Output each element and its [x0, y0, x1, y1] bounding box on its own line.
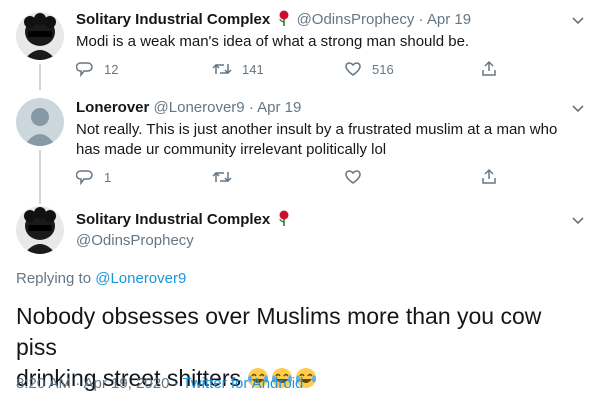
thread-connector — [39, 64, 41, 90]
reply-count: 12 — [104, 61, 119, 77]
like-count: 516 — [372, 61, 394, 77]
tweet-time[interactable]: Apr 19 — [427, 11, 471, 28]
retweet-button[interactable]: 141 — [212, 60, 264, 78]
display-name[interactable]: Solitary Industrial Complex — [76, 11, 270, 28]
separator: · — [248, 99, 254, 116]
tweet-actions: 1 — [76, 168, 516, 188]
chevron-down-icon[interactable] — [570, 12, 586, 28]
heart-icon — [345, 170, 361, 184]
replying-prefix: Replying to — [16, 270, 96, 287]
like-button[interactable]: 516 — [344, 60, 394, 78]
tweet-text-line: Not really. This is just another insult … — [76, 121, 558, 138]
avatar[interactable] — [16, 206, 64, 254]
retweet-icon — [212, 171, 232, 183]
handle[interactable]: @OdinsProphecy — [297, 11, 415, 28]
heart-icon — [345, 62, 361, 76]
display-name[interactable]: Lonerover — [76, 99, 149, 116]
reply-button[interactable]: 1 — [76, 168, 111, 186]
tweet-header: Solitary Industrial Complex @OdinsProphe… — [76, 10, 471, 32]
retweet-icon — [212, 63, 232, 75]
share-button[interactable] — [480, 168, 508, 186]
share-icon — [482, 168, 496, 184]
tweet-header: Lonerover @Lonerover9 · Apr 19 — [76, 98, 301, 118]
handle[interactable]: @Lonerover9 — [154, 99, 245, 116]
chevron-down-icon[interactable] — [570, 100, 586, 116]
reply-icon — [76, 170, 93, 186]
chevron-down-icon[interactable] — [570, 212, 586, 228]
thread-connector — [39, 150, 41, 204]
share-button[interactable] — [480, 60, 508, 78]
source-link[interactable]: Twitter for Android — [183, 375, 304, 392]
reply-button[interactable]: 12 — [76, 60, 118, 78]
like-button[interactable] — [344, 168, 372, 186]
reply-count: 1 — [104, 169, 112, 185]
tweet-text: Not really. This is just another insult … — [76, 120, 586, 160]
tweet-header: Solitary Industrial Complex — [76, 210, 292, 232]
reply-icon — [76, 62, 93, 78]
rose-icon — [278, 210, 290, 232]
replying-to: Replying to @Lonerover9 — [16, 270, 186, 287]
avatar[interactable] — [16, 98, 64, 146]
tweet-meta: 8:20 AM · Apr 19, 2020 · Twitter for And… — [16, 375, 303, 392]
display-name[interactable]: Solitary Industrial Complex — [76, 211, 270, 228]
replying-to-link[interactable]: @Lonerover9 — [95, 270, 186, 287]
main-tweet-text-line: Nobody obsesses over Muslims more than y… — [16, 303, 542, 360]
rose-icon — [278, 10, 290, 32]
separator: · — [418, 11, 424, 28]
tweet-text-line: has made ur community irrelevant politic… — [76, 141, 387, 158]
share-icon — [482, 60, 496, 76]
timestamp[interactable]: 8:20 AM · Apr 19, 2020 · — [16, 375, 183, 392]
avatar[interactable] — [16, 12, 64, 60]
tweet-time[interactable]: Apr 19 — [257, 99, 301, 116]
retweet-count: 141 — [242, 61, 264, 77]
retweet-button[interactable] — [212, 168, 242, 186]
tweet-actions: 12 141 516 — [76, 60, 516, 80]
tweet-text: Modi is a weak man's idea of what a stro… — [76, 33, 470, 50]
handle[interactable]: @OdinsProphecy — [76, 232, 194, 249]
